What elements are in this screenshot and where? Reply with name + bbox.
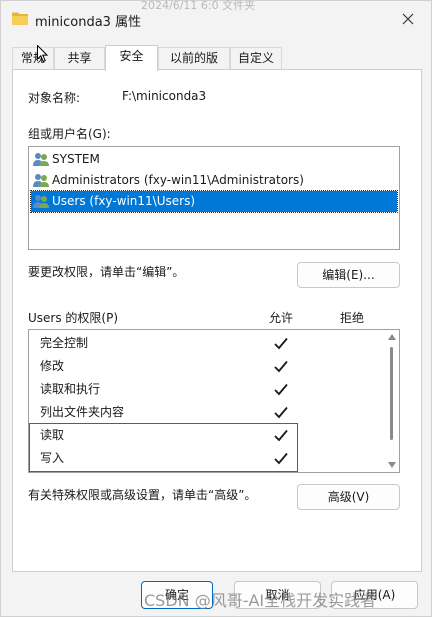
check-icon [274,452,288,465]
tab-sharing[interactable]: 共享 [54,47,105,70]
properties-window: 2024/6/11 6:0 文件夹 miniconda3 属性 常规 共享 安全… [0,0,432,617]
permission-name: 完全控制 [40,336,89,350]
mouse-cursor-icon [37,45,48,63]
folder-icon [12,12,28,25]
allow-column-header: 允许 [269,311,294,325]
window-title: miniconda3 属性 [35,15,142,30]
title-bar: 2024/6/11 6:0 文件夹 miniconda3 属性 [1,0,431,37]
groups-listbox[interactable]: SYSTEM Administrators (fxy-win11\Adminis… [28,146,400,250]
edit-hint: 要更改权限，请单击“编辑”。 [28,265,185,279]
groups-label: 组或用户名(G): [28,127,111,141]
watermark-text: CSDN @风哥-AI全栈开发实践者 [144,591,377,610]
permission-row-modify: 修改 [29,355,384,378]
permission-name: 修改 [40,359,65,373]
list-item-system[interactable]: SYSTEM [31,149,397,170]
permission-row-read: 读取 [29,424,384,447]
check-icon [274,337,288,350]
list-item-label: SYSTEM [52,152,100,166]
tab-customize[interactable]: 自定义 [230,47,282,70]
tab-security[interactable]: 安全 [105,45,158,71]
advanced-hint: 有关特殊权限或高级设置，请单击“高级”。 [28,488,257,502]
object-name-value: F:\miniconda3 [122,89,207,103]
object-name-label: 对象名称: [28,91,81,105]
permissions-scrollbar[interactable] [385,330,399,472]
permission-row-read-execute: 读取和执行 [29,378,384,401]
permission-name: 列出文件夹内容 [40,405,125,419]
close-icon[interactable] [399,10,417,28]
permission-row-full-control: 完全控制 [29,332,384,355]
permission-name: 读取和执行 [40,382,101,396]
list-item-label: Administrators (fxy-win11\Administrators… [52,173,304,187]
list-item-label: Users (fxy-win11\Users) [52,194,195,208]
deny-column-header: 拒绝 [340,311,365,325]
security-panel: 对象名称: F:\miniconda3 组或用户名(G): SYSTEM Adm… [12,69,422,572]
permissions-title: Users 的权限(P) [28,311,119,325]
tab-previous-versions[interactable]: 以前的版本 [158,47,230,86]
scroll-down-arrow-icon[interactable] [388,462,396,468]
users-icon [33,195,49,208]
background-header-ghost: 2024/6/11 6:0 文件夹 [141,0,256,12]
check-icon [274,360,288,373]
permission-name: 写入 [40,451,65,465]
permission-name: 读取 [40,428,65,442]
check-icon [274,406,288,419]
scrollbar-thumb[interactable] [390,347,393,440]
permission-row-list-folder: 列出文件夹内容 [29,401,384,424]
users-icon [33,153,49,166]
list-item-administrators[interactable]: Administrators (fxy-win11\Administrators… [31,170,397,191]
tab-strip: 常规 共享 安全 以前的版本 自定义 [12,45,422,86]
check-icon [274,383,288,396]
scroll-up-arrow-icon[interactable] [388,334,396,340]
list-item-users[interactable]: Users (fxy-win11\Users) [30,190,398,213]
permissions-list: 完全控制 修改 读取和执行 列出文件夹内容 读取 写入 [28,329,400,473]
users-icon [33,174,49,187]
advanced-button[interactable]: 高级(V) [297,484,400,510]
permission-row-write: 写入 [29,447,384,470]
check-icon [274,429,288,442]
edit-button[interactable]: 编辑(E)... [297,262,400,288]
